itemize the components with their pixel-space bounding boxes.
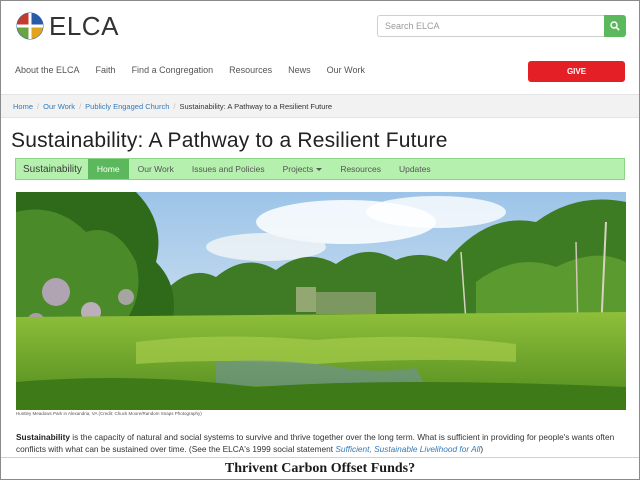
intro-term: Sustainability: [16, 432, 70, 442]
nav-resources[interactable]: Resources: [229, 65, 272, 75]
footer-caption-bar: Thrivent Carbon Offset Funds?: [1, 457, 639, 479]
subnav-issues-policies[interactable]: Issues and Policies: [183, 159, 274, 179]
caret-down-icon: [316, 167, 323, 171]
breadcrumb-separator: /: [37, 101, 40, 111]
subnav-home[interactable]: Home: [87, 159, 129, 179]
nav-find-congregation[interactable]: Find a Congregation: [132, 65, 214, 75]
main-nav: About the ELCA Faith Find a Congregation…: [15, 65, 381, 75]
subnav-brand[interactable]: Sustainability: [16, 159, 88, 179]
search-icon: [610, 21, 620, 31]
breadcrumb-our-work[interactable]: Our Work: [43, 102, 75, 111]
nav-our-work[interactable]: Our Work: [327, 65, 365, 75]
breadcrumb-current: Sustainability: A Pathway to a Resilient…: [179, 101, 333, 111]
breadcrumb-separator: /: [79, 101, 82, 111]
wetland-landscape-image: [16, 192, 626, 410]
nav-faith[interactable]: Faith: [96, 65, 116, 75]
elca-logo[interactable]: ELCA: [15, 11, 119, 41]
footer-caption: Thrivent Carbon Offset Funds?: [224, 460, 416, 476]
subnav-resources[interactable]: Resources: [331, 159, 390, 179]
nav-news[interactable]: News: [288, 65, 311, 75]
intro-tail: ): [480, 444, 484, 454]
breadcrumb-publicly-engaged[interactable]: Publicly Engaged Church: [85, 102, 169, 111]
page-title: Sustainability: A Pathway to a Resilient…: [11, 129, 448, 152]
intro-text: is the capacity of natural and social sy…: [16, 432, 615, 454]
elca-cross-icon: [16, 12, 44, 40]
breadcrumb-home[interactable]: Home: [13, 102, 33, 111]
subnav-updates[interactable]: Updates: [390, 159, 440, 179]
subnav-our-work[interactable]: Our Work: [129, 159, 183, 179]
browser-frame: ELCA About the ELCA Faith Find a Congreg…: [0, 0, 640, 480]
logo-text: ELCA: [49, 10, 119, 41]
intro-paragraph: Sustainability is the capacity of natura…: [16, 431, 631, 455]
breadcrumb-separator: /: [173, 101, 176, 111]
breadcrumb: Home / Our Work / Publicly Engaged Churc…: [1, 94, 639, 118]
wetland-photo: [16, 192, 626, 410]
search-bar: [377, 15, 626, 37]
sustainability-subnav: Sustainability Home Our Work Issues and …: [15, 158, 625, 180]
photo-caption: Huntley Meadows Park in Alexandria, VA (…: [16, 411, 202, 416]
search-button[interactable]: [604, 15, 626, 37]
social-statement-link[interactable]: Sufficient, Sustainable Livelihood for A…: [335, 444, 480, 454]
subnav-projects[interactable]: Projects: [274, 159, 332, 179]
search-input[interactable]: [377, 15, 604, 37]
give-button[interactable]: GIVE: [528, 61, 625, 82]
nav-about[interactable]: About the ELCA: [15, 65, 80, 75]
subnav-projects-label: Projects: [282, 164, 314, 174]
